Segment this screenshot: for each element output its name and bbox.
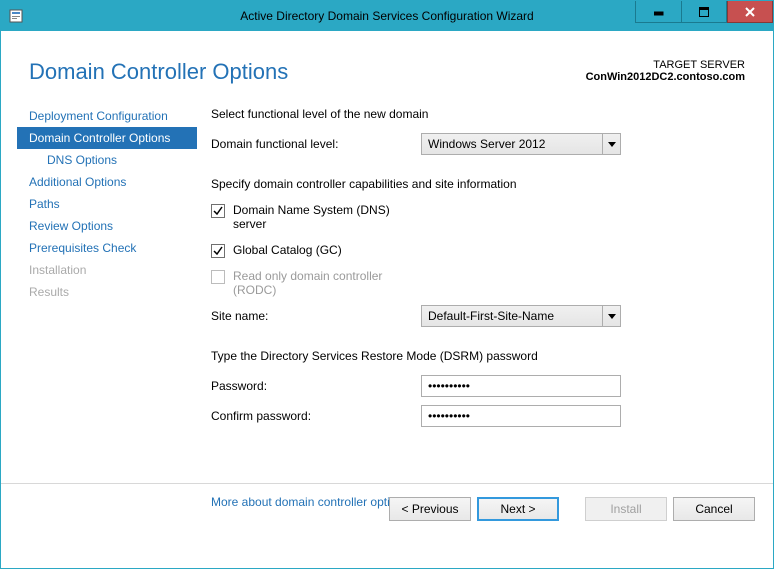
gc-label: Global Catalog (GC) [233,243,342,257]
dns-checkbox-row[interactable]: Domain Name System (DNS) server [211,203,421,231]
domain-level-combo[interactable]: Windows Server 2012 [421,133,621,155]
sidebar-item-paths[interactable]: Paths [17,193,197,215]
maximize-button[interactable] [681,1,727,23]
dns-label: Domain Name System (DNS) server [233,203,390,231]
sidebar-item-results: Results [17,281,197,303]
confirm-label: Confirm password: [211,409,421,423]
gc-checkbox-row[interactable]: Global Catalog (GC) [211,243,421,257]
domain-level-label: Domain functional level: [211,137,421,151]
more-link[interactable]: More about domain controller options [211,495,409,509]
rodc-checkbox [211,270,225,284]
sidebar-item-dc-options[interactable]: Domain Controller Options [17,127,197,149]
next-button[interactable]: Next > [477,497,559,521]
install-button: Install [585,497,667,521]
chevron-down-icon [602,306,620,326]
chevron-down-icon [602,134,620,154]
gc-checkbox[interactable] [211,244,225,258]
confirm-password-field[interactable] [421,405,621,427]
titlebar[interactable]: Active Directory Domain Services Configu… [1,1,773,31]
app-icon [8,8,24,24]
sidebar-item-review[interactable]: Review Options [17,215,197,237]
section-functional-level: Select functional level of the new domai… [211,107,757,121]
content-pane: Select functional level of the new domai… [197,103,757,483]
section-dsrm: Type the Directory Services Restore Mode… [211,349,757,363]
target-server-label: TARGET SERVER [586,59,745,71]
site-name-combo[interactable]: Default-First-Site-Name [421,305,621,327]
password-field[interactable] [421,375,621,397]
main-area: Deployment Configuration Domain Controll… [1,103,773,483]
site-name-label: Site name: [211,309,421,323]
sidebar-item-deployment[interactable]: Deployment Configuration [17,105,197,127]
header: Domain Controller Options TARGET SERVER … [1,31,773,103]
cancel-button[interactable]: Cancel [673,497,755,521]
section-capabilities: Specify domain controller capabilities a… [211,177,757,191]
minimize-button[interactable] [635,1,681,23]
dns-checkbox[interactable] [211,204,225,218]
rodc-checkbox-row: Read only domain controller (RODC) [211,269,421,297]
site-name-value: Default-First-Site-Name [422,309,602,323]
sidebar-item-installation: Installation [17,259,197,281]
sidebar-item-additional[interactable]: Additional Options [17,171,197,193]
previous-button[interactable]: < Previous [389,497,471,521]
close-button[interactable] [727,1,773,23]
sidebar-item-dns-options[interactable]: DNS Options [17,149,197,171]
target-server-block: TARGET SERVER ConWin2012DC2.contoso.com [586,59,745,83]
rodc-label: Read only domain controller (RODC) [233,269,382,297]
domain-level-value: Windows Server 2012 [422,137,602,151]
password-label: Password: [211,379,421,393]
window-controls [635,1,773,31]
page-title: Domain Controller Options [29,59,288,85]
wizard-sidebar: Deployment Configuration Domain Controll… [17,103,197,483]
sidebar-item-prereq[interactable]: Prerequisites Check [17,237,197,259]
target-server-name: ConWin2012DC2.contoso.com [586,71,745,83]
